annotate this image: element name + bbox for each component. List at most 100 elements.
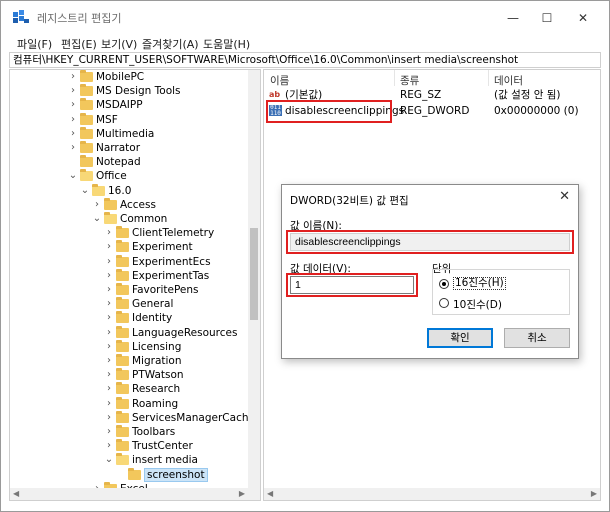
scroll-left-icon[interactable]: ◀	[267, 488, 273, 500]
tree-item-msdaipp[interactable]: › MSDAIPP	[10, 98, 248, 112]
tree-item-label: General	[132, 298, 174, 311]
scroll-right-icon[interactable]: ▶	[591, 488, 597, 500]
regedit-app-icon	[13, 10, 29, 23]
address-bar[interactable]: 컴퓨터\HKEY_CURRENT_USER\SOFTWARE\Microsoft…	[9, 52, 601, 68]
column-header-name[interactable]: 이름	[270, 73, 289, 88]
tree-item-experimentecs[interactable]: › ExperimentEcs	[10, 254, 248, 269]
chevron-right-icon[interactable]: ›	[68, 84, 78, 98]
chevron-right-icon[interactable]: ›	[104, 297, 114, 311]
tree-item-notepad[interactable]: Notepad	[10, 155, 248, 169]
chevron-right-icon[interactable]: ›	[104, 240, 114, 254]
dec-radio[interactable]	[439, 298, 449, 308]
tree-item-msf[interactable]: › MSF	[10, 112, 248, 127]
chevron-right-icon[interactable]: ›	[104, 425, 114, 439]
chevron-right-icon[interactable]: ›	[104, 411, 114, 425]
folder-icon	[80, 70, 93, 82]
scroll-right-icon[interactable]: ▶	[239, 488, 245, 500]
edit-dword-dialog: DWORD(32비트) 값 편집 ✕ 값 이름(N): 값 데이터(V): 단위…	[281, 184, 579, 359]
tree-item-label: ExperimentTas	[132, 269, 210, 282]
highlight-box	[286, 273, 418, 297]
dialog-close-button[interactable]: ✕	[559, 189, 570, 204]
chevron-down-icon[interactable]: ⌄	[92, 212, 102, 226]
close-button[interactable]: ✕	[567, 7, 599, 29]
chevron-down-icon[interactable]: ⌄	[68, 169, 78, 183]
tree-item-research[interactable]: › Research	[10, 382, 248, 396]
tree-item-multimedia[interactable]: › Multimedia	[10, 126, 248, 141]
tree-scroll-thumb[interactable]	[250, 228, 258, 320]
hex-radio[interactable]	[439, 279, 449, 289]
chevron-right-icon[interactable]: ›	[92, 198, 102, 212]
folder-icon	[116, 240, 129, 253]
chevron-right-icon[interactable]: ›	[104, 326, 114, 340]
chevron-down-icon[interactable]: ⌄	[80, 184, 90, 198]
menu-view[interactable]: 보기(V)	[101, 36, 137, 52]
tree-item-ms-design-tools[interactable]: › MS Design Tools	[10, 84, 248, 98]
scroll-left-icon[interactable]: ◀	[13, 488, 19, 500]
chevron-right-icon[interactable]: ›	[104, 397, 114, 411]
tree-item-experimenttas[interactable]: › ExperimentTas	[10, 268, 248, 283]
chevron-right-icon[interactable]: ›	[104, 255, 114, 269]
ok-button[interactable]: 확인	[427, 328, 493, 348]
tree-item-trustcenter[interactable]: › TrustCenter	[10, 439, 248, 453]
chevron-right-icon[interactable]: ›	[68, 141, 78, 155]
chevron-right-icon[interactable]: ›	[104, 269, 114, 283]
tree-item-mobilepc[interactable]: › MobilePC	[10, 70, 248, 84]
hex-radio-label[interactable]: 16진수(H)	[453, 277, 506, 290]
chevron-right-icon[interactable]: ›	[68, 70, 78, 84]
tree-horizontal-scrollbar[interactable]: ◀ ▶	[10, 488, 248, 500]
chevron-right-icon[interactable]: ›	[104, 354, 114, 368]
dec-radio-label[interactable]: 10진수(D)	[453, 297, 502, 312]
chevron-right-icon[interactable]: ›	[104, 382, 114, 396]
menu-help[interactable]: 도움말(H)	[203, 36, 250, 52]
column-separator[interactable]	[394, 70, 395, 86]
tree-item-label: TrustCenter	[132, 440, 193, 453]
chevron-right-icon[interactable]: ›	[68, 98, 78, 112]
cancel-button[interactable]: 취소	[504, 328, 570, 348]
values-horizontal-scrollbar[interactable]: ◀ ▶	[264, 488, 600, 500]
chevron-right-icon[interactable]: ›	[104, 368, 114, 382]
folder-icon	[116, 354, 129, 366]
menu-edit[interactable]: 편집(E)	[61, 36, 97, 52]
tree-item-roaming[interactable]: › Roaming	[10, 396, 248, 411]
window-title: 레지스트리 편집기	[37, 12, 122, 25]
tree-item-experiment[interactable]: › Experiment	[10, 240, 248, 254]
chevron-right-icon[interactable]: ›	[104, 283, 114, 297]
tree-item-office[interactable]: ⌄ Office	[10, 169, 248, 183]
tree-item-general[interactable]: › General	[10, 297, 248, 311]
tree-item-narrator[interactable]: › Narrator	[10, 141, 248, 155]
column-header-data[interactable]: 데이터	[494, 73, 523, 88]
tree-item-label: 16.0	[108, 184, 132, 197]
chevron-right-icon[interactable]: ›	[104, 311, 114, 325]
maximize-button[interactable]: ☐	[531, 7, 563, 29]
tree-item-servicesmanagercache[interactable]: › ServicesManagerCache	[10, 410, 255, 425]
tree-item-licensing[interactable]: › Licensing	[10, 339, 248, 354]
tree-item-toolbars[interactable]: › Toolbars	[10, 425, 248, 439]
tree-item-insert-media[interactable]: ⌄ insert media	[10, 453, 248, 467]
folder-icon	[116, 368, 129, 381]
chevron-down-icon[interactable]: ⌄	[104, 453, 114, 467]
menu-favorites[interactable]: 즐겨찾기(A)	[142, 36, 199, 52]
tree-item-migration[interactable]: › Migration	[10, 354, 248, 368]
tree-item-common[interactable]: ⌄ Common	[10, 212, 248, 226]
minimize-button[interactable]: —	[497, 7, 529, 29]
tree-item-access[interactable]: › Access	[10, 197, 248, 212]
column-header-type[interactable]: 종류	[400, 73, 419, 88]
menu-file[interactable]: 파일(F)	[17, 36, 52, 52]
tree-item-16-0[interactable]: ⌄ 16.0	[10, 183, 248, 198]
tree-vertical-scrollbar[interactable]	[248, 70, 260, 500]
chevron-right-icon[interactable]: ›	[104, 226, 114, 240]
tree-item-favoritepens[interactable]: › FavoritePens	[10, 283, 248, 297]
tree-item-ptwatson[interactable]: › PTWatson	[10, 368, 248, 382]
column-separator[interactable]	[488, 70, 489, 86]
folder-icon	[116, 297, 129, 310]
chevron-right-icon[interactable]: ›	[68, 113, 78, 127]
tree-item-languageresources[interactable]: › LanguageResources	[10, 325, 248, 340]
folder-icon	[128, 467, 141, 480]
chevron-right-icon[interactable]: ›	[104, 439, 114, 453]
tree-item-clienttelemetry[interactable]: › ClientTelemetry	[10, 226, 248, 240]
chevron-right-icon[interactable]: ›	[104, 340, 114, 354]
tree-item-identity[interactable]: › Identity	[10, 311, 248, 325]
chevron-right-icon[interactable]: ›	[68, 127, 78, 141]
tree-item-screenshot[interactable]: screenshot	[10, 467, 248, 482]
folder-icon	[116, 382, 129, 395]
